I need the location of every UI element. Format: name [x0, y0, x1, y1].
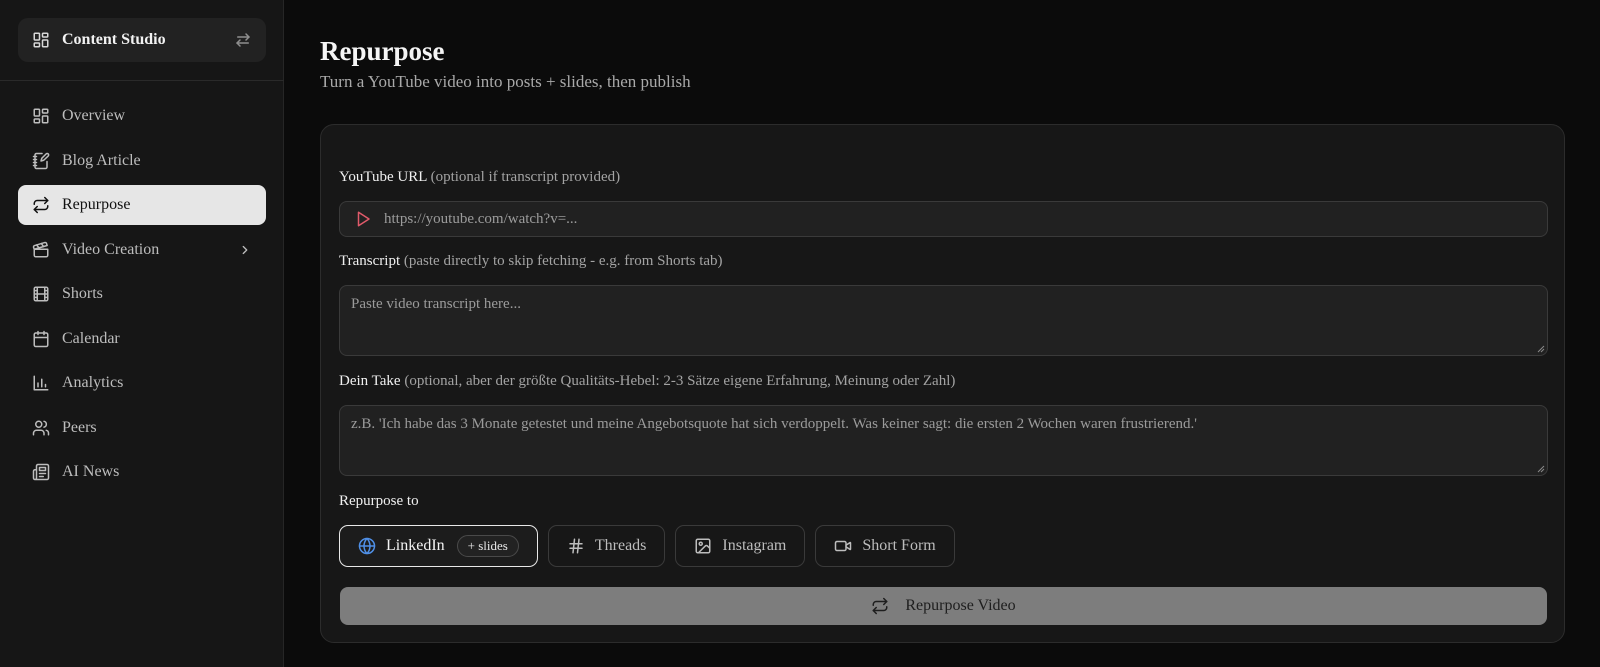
- video-icon: [834, 537, 852, 555]
- page-title: Repurpose: [320, 36, 445, 66]
- notebook-pen-icon: [32, 152, 50, 170]
- repeat-icon: [871, 597, 889, 615]
- transcript-hint: (paste directly to skip fetching - e.g. …: [403, 253, 723, 269]
- sidebar-item-video-creation[interactable]: Video Creation: [18, 230, 266, 270]
- take-hint: (optional, aber der größte Qualitäts-Heb…: [404, 373, 956, 389]
- sidebar-item-label: Video Creation: [62, 240, 160, 258]
- sidebar-nav: Overview Blog Article Repurpose Video Cr…: [18, 96, 266, 497]
- sidebar-item-shorts[interactable]: Shorts: [18, 274, 266, 314]
- sidebar-item-label: Peers: [62, 418, 97, 436]
- hash-icon: [567, 537, 585, 555]
- transcript-placeholder: Paste video transcript here...: [351, 296, 521, 312]
- resize-handle-icon[interactable]: [1537, 345, 1545, 353]
- repurpose-video-label: Repurpose Video: [905, 597, 1016, 614]
- target-short-form-chip[interactable]: Short Form: [815, 525, 955, 567]
- users-icon: [32, 419, 50, 437]
- swap-icon[interactable]: [234, 31, 252, 49]
- transcript-label-text: Transcript: [339, 253, 401, 269]
- youtube-url-label-text: YouTube URL: [339, 169, 427, 185]
- youtube-url-label: YouTube URL (optional if transcript prov…: [339, 169, 620, 186]
- play-icon: [354, 210, 372, 228]
- workspace-switcher[interactable]: Content Studio: [18, 18, 266, 62]
- sidebar-item-label: Blog Article: [62, 151, 141, 169]
- globe-icon: [358, 537, 376, 555]
- transcript-label: Transcript (paste directly to skip fetch…: [339, 253, 723, 270]
- youtube-url-hint: (optional if transcript provided): [430, 169, 621, 185]
- sidebar-item-label: Repurpose: [62, 196, 131, 213]
- film-icon: [32, 285, 50, 303]
- clapperboard-icon: [32, 241, 50, 259]
- page-subtitle: Turn a YouTube video into posts + slides…: [320, 72, 691, 91]
- sidebar-item-ai-news[interactable]: AI News: [18, 452, 266, 492]
- sidebar-divider: [0, 80, 284, 81]
- take-placeholder: z.B. 'Ich habe das 3 Monate getestet und…: [351, 416, 1197, 432]
- sidebar-item-repurpose[interactable]: Repurpose: [18, 185, 266, 225]
- sidebar-item-label: Analytics: [62, 374, 124, 391]
- sidebar-item-label: Overview: [62, 107, 126, 124]
- target-linkedin-chip[interactable]: LinkedIn + slides: [339, 525, 538, 567]
- image-icon: [694, 537, 712, 555]
- take-textarea[interactable]: z.B. 'Ich habe das 3 Monate getestet und…: [339, 405, 1548, 476]
- repeat-icon: [32, 196, 50, 214]
- dashboard-icon: [32, 31, 50, 49]
- workspace-title: Content Studio: [62, 31, 166, 48]
- calendar-icon: [32, 330, 50, 348]
- target-threads-chip[interactable]: Threads: [547, 525, 666, 567]
- take-label-text: Dein Take: [339, 373, 401, 389]
- sidebar-item-analytics[interactable]: Analytics: [18, 363, 266, 403]
- sidebar-item-label: Calendar: [62, 329, 120, 347]
- sidebar: Content Studio Overview Blog Article Rep…: [0, 0, 284, 667]
- target-label: Short Form: [862, 537, 936, 554]
- sidebar-item-blog-article[interactable]: Blog Article: [18, 141, 266, 181]
- youtube-url-input[interactable]: https://youtube.com/watch?v=...: [339, 201, 1548, 237]
- sidebar-item-calendar[interactable]: Calendar: [18, 319, 266, 359]
- slides-badge: + slides: [456, 535, 519, 557]
- dashboard-icon: [32, 107, 50, 125]
- target-label: Threads: [594, 537, 647, 554]
- chevron-right-icon: [238, 243, 252, 257]
- sidebar-item-overview[interactable]: Overview: [18, 96, 266, 136]
- target-label: Instagram: [722, 537, 787, 554]
- target-instagram-chip[interactable]: Instagram: [675, 525, 806, 567]
- youtube-url-placeholder: https://youtube.com/watch?v=...: [384, 210, 578, 227]
- bar-chart-icon: [32, 374, 50, 392]
- transcript-textarea[interactable]: Paste video transcript here...: [339, 285, 1548, 356]
- take-label: Dein Take (optional, aber der größte Qua…: [339, 373, 955, 390]
- target-platforms: LinkedIn + slides Threads Instagram Shor…: [339, 525, 955, 567]
- sidebar-item-label: Shorts: [62, 285, 103, 302]
- target-label: LinkedIn: [386, 537, 445, 554]
- sidebar-item-label: AI News: [62, 463, 120, 480]
- resize-handle-icon[interactable]: [1537, 465, 1545, 473]
- repurpose-form: YouTube URL (optional if transcript prov…: [320, 124, 1565, 643]
- repurpose-video-button[interactable]: Repurpose Video: [340, 587, 1547, 625]
- repurpose-to-label: Repurpose to: [339, 493, 419, 509]
- newspaper-icon: [32, 463, 50, 481]
- sidebar-item-peers[interactable]: Peers: [18, 408, 266, 448]
